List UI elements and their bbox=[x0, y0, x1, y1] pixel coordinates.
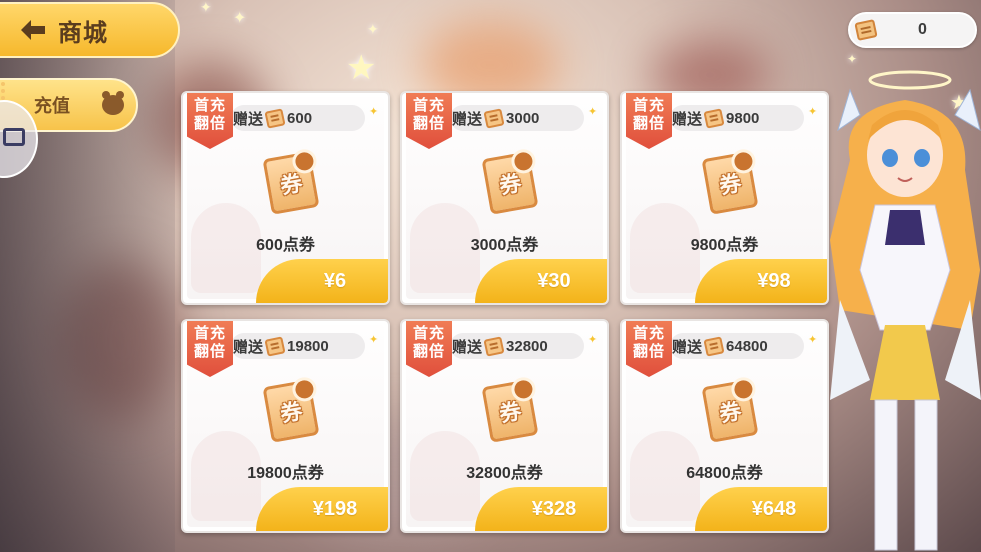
coupon-ticket-icon: 券 bbox=[262, 151, 320, 215]
price-label: ¥6 bbox=[323, 269, 347, 292]
bonus-label: 赠送 bbox=[672, 338, 703, 356]
sparkle-icon: ✦ bbox=[808, 105, 818, 118]
tab-recharge-label: 充值 bbox=[34, 96, 70, 116]
coupon-glyph: 券 bbox=[717, 398, 744, 427]
currency-value: 0 bbox=[918, 21, 927, 38]
bonus-label: 赠送 bbox=[452, 110, 483, 128]
coupon-ticket-icon: 券 bbox=[701, 379, 759, 443]
coupon-glyph: 券 bbox=[278, 170, 305, 199]
bonus-amount: 9800 bbox=[726, 109, 760, 127]
back-arrow-icon bbox=[21, 20, 45, 40]
product-card[interactable]: 赠送 3000 ✦ 首充 翻倍 券 3000点券 ¥30 bbox=[400, 91, 609, 305]
bear-face-icon bbox=[102, 91, 124, 115]
badge-line2: 翻倍 bbox=[193, 343, 226, 360]
badge-line1: 首充 bbox=[632, 97, 665, 114]
coupon-ticket-icon: 券 bbox=[701, 151, 759, 215]
product-name: 19800点券 bbox=[247, 465, 324, 482]
bonus-amount: 600 bbox=[287, 109, 313, 127]
price-label: ¥30 bbox=[537, 269, 571, 292]
price-button[interactable]: ¥6 bbox=[256, 259, 388, 303]
bonus-pill: 赠送 32800 bbox=[450, 333, 584, 359]
bonus-label: 赠送 bbox=[672, 110, 703, 128]
badge-line1: 首充 bbox=[632, 325, 665, 342]
star-decoration: ★ bbox=[346, 48, 377, 88]
badge-line1: 首充 bbox=[412, 325, 445, 342]
badge-line2: 翻倍 bbox=[632, 115, 665, 132]
badge-line2: 翻倍 bbox=[632, 343, 665, 360]
badge-line2: 翻倍 bbox=[412, 343, 445, 360]
coupon-ticket-icon: 券 bbox=[481, 151, 539, 215]
coupon-icon bbox=[264, 107, 286, 129]
sparkle-icon: ✦ bbox=[588, 105, 598, 118]
coupon-glyph: 券 bbox=[497, 398, 524, 427]
badge-line1: 首充 bbox=[193, 97, 226, 114]
price-button[interactable]: ¥98 bbox=[695, 259, 827, 303]
bonus-pill: 赠送 19800 bbox=[231, 333, 365, 359]
coupon-ticket-icon: 券 bbox=[481, 379, 539, 443]
bonus-pill: 赠送 600 bbox=[231, 105, 365, 131]
bonus-amount: 32800 bbox=[506, 337, 548, 355]
product-name: 9800点券 bbox=[690, 237, 759, 254]
badge-line1: 首充 bbox=[193, 325, 226, 342]
back-button[interactable]: 商城 bbox=[0, 2, 180, 58]
star-decoration: ✦ bbox=[367, 22, 379, 38]
bonus-pill: 赠送 9800 bbox=[670, 105, 804, 131]
star-decoration: ✦ bbox=[200, 0, 212, 16]
coupon-icon bbox=[483, 107, 505, 129]
coupon-glyph: 券 bbox=[717, 170, 744, 199]
price-label: ¥198 bbox=[312, 497, 358, 520]
coupon-glyph: 券 bbox=[278, 398, 305, 427]
page-title: 商城 bbox=[58, 19, 108, 47]
currency-display: 0 bbox=[848, 12, 977, 48]
chat-icon bbox=[3, 128, 25, 146]
product-card[interactable]: 赠送 600 ✦ 首充 翻倍 券 600点券 ¥6 bbox=[181, 91, 390, 305]
product-name: 32800点券 bbox=[466, 465, 543, 482]
price-button[interactable]: ¥30 bbox=[475, 259, 607, 303]
price-label: ¥648 bbox=[751, 497, 797, 520]
price-label: ¥98 bbox=[757, 269, 791, 292]
star-decoration: ✦ bbox=[847, 52, 858, 66]
bonus-amount: 19800 bbox=[287, 337, 329, 355]
product-name: 600点券 bbox=[256, 237, 315, 254]
product-card[interactable]: 赠送 64800 ✦ 首充 翻倍 券 64800点券 ¥648 bbox=[620, 319, 829, 533]
sparkle-icon: ✦ bbox=[369, 333, 379, 346]
product-card[interactable]: 赠送 9800 ✦ 首充 翻倍 券 9800点券 ¥98 bbox=[620, 91, 829, 305]
price-button[interactable]: ¥198 bbox=[256, 487, 388, 531]
bonus-label: 赠送 bbox=[233, 338, 264, 356]
character-illustration bbox=[830, 70, 981, 551]
sparkle-icon: ✦ bbox=[808, 333, 818, 346]
product-card[interactable]: 赠送 19800 ✦ 首充 翻倍 券 19800点券 ¥198 bbox=[181, 319, 390, 533]
bonus-label: 赠送 bbox=[233, 110, 264, 128]
badge-line2: 翻倍 bbox=[412, 115, 445, 132]
coupon-icon bbox=[703, 107, 725, 129]
bonus-amount: 64800 bbox=[726, 337, 768, 355]
sparkle-icon: ✦ bbox=[588, 333, 598, 346]
product-card[interactable]: 赠送 32800 ✦ 首充 翻倍 券 32800点券 ¥328 bbox=[400, 319, 609, 533]
coupon-icon bbox=[483, 335, 505, 357]
badge-line1: 首充 bbox=[412, 97, 445, 114]
coupon-ticket-icon: 券 bbox=[262, 379, 320, 443]
bonus-label: 赠送 bbox=[452, 338, 483, 356]
coupon-icon bbox=[264, 335, 286, 357]
price-label: ¥328 bbox=[531, 497, 577, 520]
coupon-icon bbox=[703, 335, 725, 357]
bonus-amount: 3000 bbox=[506, 109, 540, 127]
star-decoration: ✦ bbox=[233, 8, 247, 27]
coupon-glyph: 券 bbox=[497, 170, 524, 199]
badge-line2: 翻倍 bbox=[193, 115, 226, 132]
price-button[interactable]: ¥328 bbox=[475, 487, 607, 531]
product-name: 64800点券 bbox=[686, 465, 763, 482]
bonus-pill: 赠送 64800 bbox=[670, 333, 804, 359]
coupon-icon bbox=[854, 19, 878, 41]
dots-decoration bbox=[1, 82, 5, 100]
bonus-pill: 赠送 3000 bbox=[450, 105, 584, 131]
product-name: 3000点券 bbox=[470, 237, 539, 254]
sparkle-icon: ✦ bbox=[369, 105, 379, 118]
price-button[interactable]: ¥648 bbox=[695, 487, 827, 531]
